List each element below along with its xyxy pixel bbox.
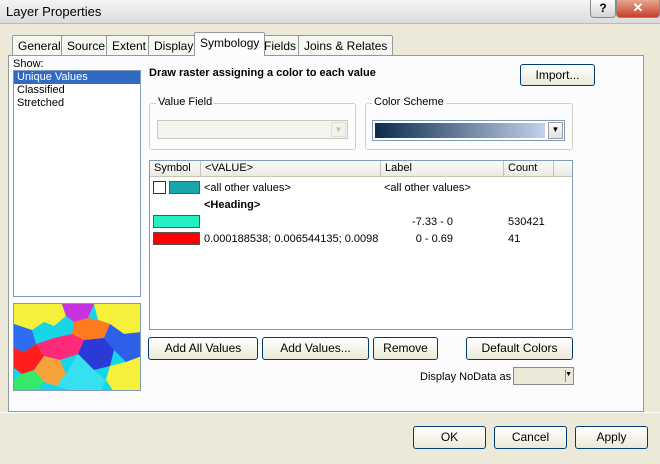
symbol-swatch[interactable]: [153, 232, 200, 245]
list-item-classified[interactable]: Classified: [14, 84, 140, 97]
color-ramp-preview: [375, 123, 545, 138]
tab-symbology[interactable]: Symbology: [194, 32, 266, 56]
unique-values-table[interactable]: Symbol <VALUE> Label Count <all other va…: [149, 160, 573, 330]
window-title: Layer Properties: [6, 4, 102, 19]
column-header-symbol[interactable]: Symbol: [150, 161, 201, 177]
divider: [0, 412, 660, 413]
value-cell: 0.000188538; 0.006544135; 0.0098: [204, 233, 379, 245]
show-label: Show:: [13, 58, 44, 70]
count-cell: 530421: [508, 216, 545, 228]
list-item-unique-values[interactable]: Unique Values: [14, 71, 140, 84]
heading-cell[interactable]: <Heading>: [204, 199, 260, 211]
help-button[interactable]: ?: [590, 0, 616, 18]
label-cell: -7.33 - 0: [412, 216, 453, 228]
cancel-button[interactable]: Cancel: [494, 426, 567, 449]
value-field-combo[interactable]: ▼: [157, 120, 348, 139]
nodata-label: Display NoData as: [420, 371, 512, 383]
chevron-down-icon: ▼: [331, 122, 346, 137]
raster-preview-image: [13, 303, 141, 391]
import-button[interactable]: Import...: [520, 64, 595, 86]
label-cell: 0 - 0.69: [415, 233, 453, 245]
remove-button[interactable]: Remove: [373, 337, 438, 360]
symbol-swatch[interactable]: [169, 181, 200, 194]
layer-properties-dialog: Layer Properties ? ✕ General Source Exte…: [0, 0, 660, 464]
value-cell: <all other values>: [204, 182, 291, 194]
symbol-swatch[interactable]: [153, 215, 200, 228]
title-bar: Layer Properties ? ✕: [0, 0, 660, 24]
chevron-down-icon: ▼: [565, 371, 572, 378]
tab-source[interactable]: Source: [61, 35, 112, 55]
default-colors-button[interactable]: Default Colors: [466, 337, 573, 360]
tab-joins-relates[interactable]: Joins & Relates: [298, 35, 394, 55]
tab-extent[interactable]: Extent: [106, 35, 153, 55]
add-all-values-button[interactable]: Add All Values: [148, 337, 258, 360]
count-cell: 41: [508, 233, 521, 245]
all-other-checkbox[interactable]: [153, 181, 166, 194]
add-values-button[interactable]: Add Values...: [262, 337, 369, 360]
color-scheme-combo[interactable]: ▼: [372, 120, 565, 141]
column-header-label[interactable]: Label: [381, 161, 504, 177]
tab-display[interactable]: Display: [148, 35, 200, 55]
list-item-stretched[interactable]: Stretched: [14, 97, 140, 110]
apply-button[interactable]: Apply: [575, 426, 648, 449]
color-scheme-label: Color Scheme: [372, 96, 446, 108]
column-header-value[interactable]: <VALUE>: [201, 161, 381, 177]
label-cell: <all other values>: [384, 182, 471, 194]
column-header-filler: [554, 161, 572, 177]
nodata-color-picker[interactable]: ▼: [513, 367, 574, 385]
renderer-description: Draw raster assigning a color to each va…: [149, 67, 376, 79]
show-list[interactable]: Unique Values Classified Stretched: [13, 70, 141, 297]
value-field-label: Value Field: [156, 96, 215, 108]
ok-button[interactable]: OK: [413, 426, 486, 449]
column-header-count[interactable]: Count: [504, 161, 554, 177]
tab-general[interactable]: General: [12, 35, 67, 55]
close-button[interactable]: ✕: [616, 0, 660, 18]
chevron-down-icon: ▼: [548, 122, 563, 139]
